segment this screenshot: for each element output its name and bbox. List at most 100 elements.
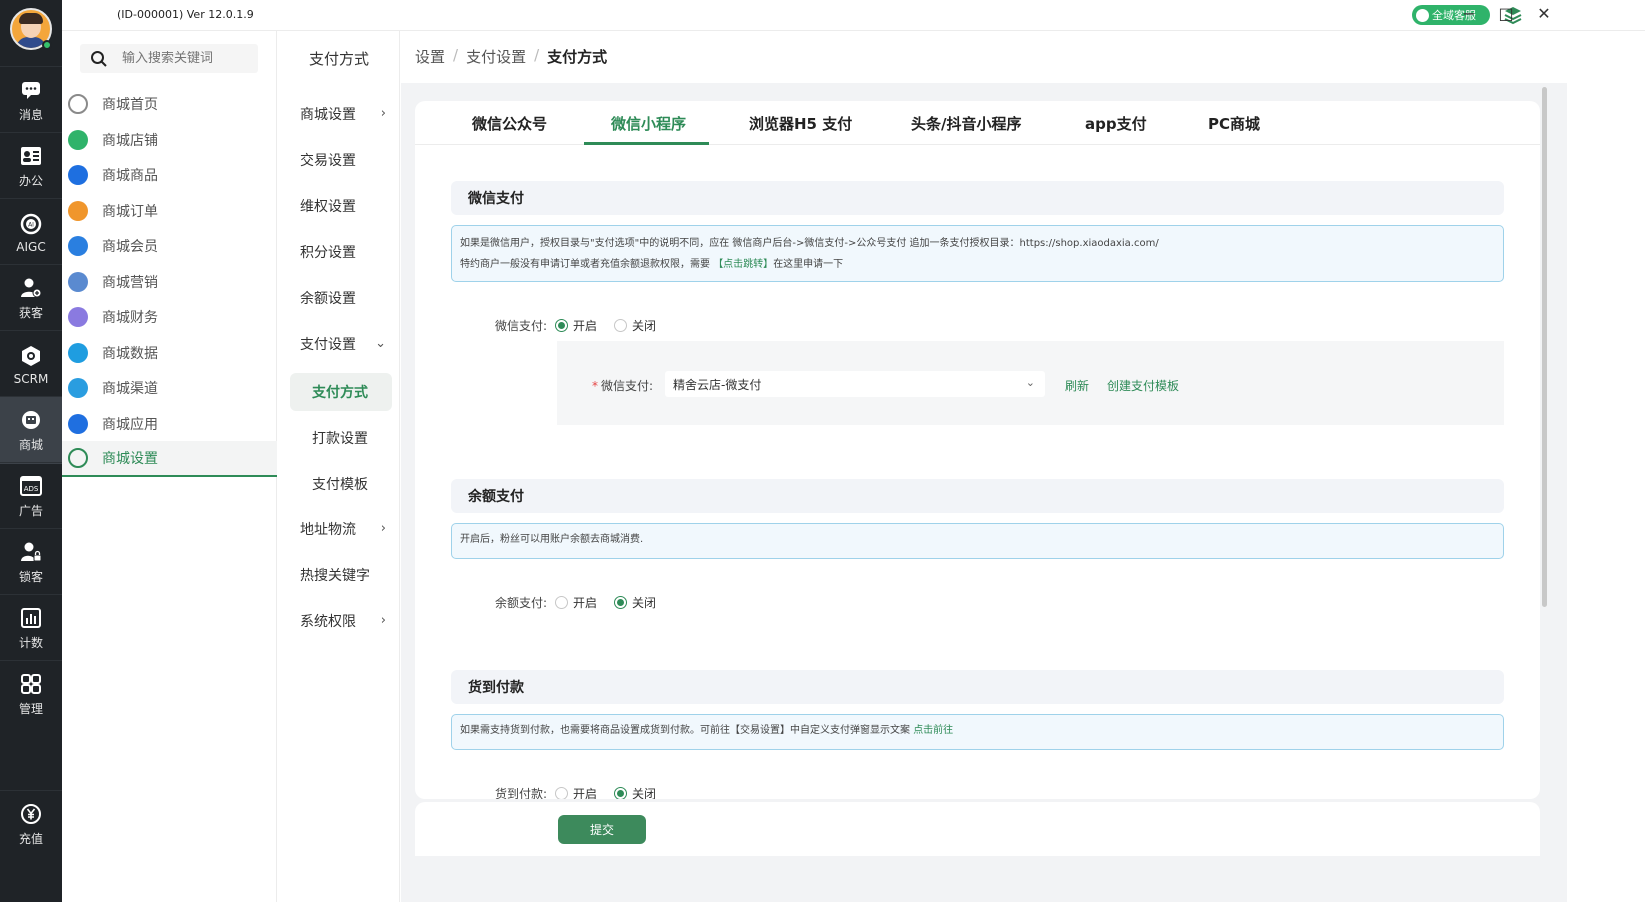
section-title-cod: 货到付款 (451, 670, 1504, 704)
sub-nav-item[interactable]: 积分设置 (278, 233, 400, 271)
rail-label: 消息 (18, 108, 43, 122)
go-link[interactable]: 点击前往 (913, 725, 953, 736)
rail-item-office[interactable]: 办公 (0, 132, 62, 200)
radio-label: 开启 (573, 786, 598, 800)
tab-douyin[interactable]: 头条/抖音小程序 (911, 113, 1021, 134)
minimize-button[interactable]: − (1459, 4, 1479, 24)
menu-item-icon (68, 342, 88, 363)
search-input[interactable] (122, 51, 242, 66)
sub-nav-item[interactable]: 打款设置 (278, 419, 400, 457)
jump-link[interactable]: 【点击跳转】 (713, 259, 773, 270)
shop-menu-item[interactable]: 商城应用 (62, 406, 277, 442)
menu-item-label: 商城营销 (102, 274, 158, 291)
rail-item-manage[interactable]: 管理 (0, 660, 62, 728)
sub-nav-label: 积分设置 (300, 245, 356, 261)
radio-label: 关闭 (632, 595, 657, 610)
balance-off-radio[interactable]: 关闭 (614, 594, 656, 611)
rail-item-shop[interactable]: 商城 (0, 396, 62, 464)
sub-nav-item[interactable]: 支付模板 (278, 465, 400, 503)
shop-menu-item[interactable]: 商城营销 (62, 264, 277, 300)
shop-menu-item[interactable]: 商城店铺 (62, 122, 277, 158)
sub-nav-item[interactable]: 支付设置 ⌄ (278, 325, 400, 363)
rail-label: 管理 (18, 702, 43, 716)
sub-nav-item[interactable]: 商城设置 › (278, 95, 400, 133)
rail-label: 获客 (18, 306, 43, 320)
radio-label: 关闭 (632, 786, 657, 800)
field-label: 余额支付: (495, 595, 548, 610)
wechat-pay-select[interactable]: 精舍云店-微支付 ⌄ (665, 371, 1045, 397)
menu-item-icon (68, 307, 88, 327)
shop-menu-item[interactable]: 商城首页 (62, 86, 277, 122)
refresh-link[interactable]: 刷新 (1065, 377, 1089, 394)
close-button[interactable]: ✕ (1534, 4, 1554, 24)
online-status-dot (42, 40, 52, 50)
rail-label: 锁客 (18, 570, 43, 584)
user-lock-icon (21, 542, 42, 562)
menu-item-label: 商城渠道 (102, 381, 158, 397)
notice-text: 特约商户一般没有申请订单或者充值余额退款权限，需要 (460, 259, 714, 270)
cod-notice: 如果需支持货到付款，也需要将商品设置成货到付款。可前往【交易设置】中自定义支付弹… (451, 714, 1504, 750)
sub-nav-item[interactable]: 维权设置 (278, 187, 400, 225)
rail-item-lock-customer[interactable]: 锁客 (0, 528, 62, 596)
menu-item-icon (68, 236, 88, 256)
breadcrumb-item[interactable]: 支付设置 (466, 46, 526, 67)
shop-menu-item[interactable]: 商城会员 (62, 228, 277, 264)
menu-item-icon (68, 165, 88, 185)
shop-menu-item[interactable]: 商城渠道 (62, 370, 277, 406)
chevron-right-icon: › (380, 106, 386, 121)
search-box[interactable] (80, 44, 258, 73)
rail-item-message[interactable]: 消息 (0, 66, 62, 134)
sub-nav-label: 支付模板 (312, 477, 368, 493)
wechat-off-radio[interactable]: 关闭 (614, 317, 656, 334)
rail-item-ads[interactable]: ADS 广告 (0, 462, 62, 530)
maximize-button[interactable]: □ (1496, 4, 1516, 24)
submit-button[interactable]: 提交 (558, 815, 646, 844)
title-bar: (ID-000001) Ver 12.0.1.9 全域客服 − □ ✕ (62, 0, 1645, 31)
menu-item-icon (68, 129, 88, 150)
sub-nav-label: 维权设置 (300, 199, 356, 215)
shop-menu-item[interactable]: 商城商品 (62, 157, 277, 193)
sub-nav-label: 余额设置 (300, 291, 356, 307)
chat-icon (22, 82, 40, 99)
sub-nav-item[interactable]: 热搜关键字 (278, 556, 400, 594)
breadcrumb-item[interactable]: 设置 (415, 46, 445, 67)
cod-off-radio[interactable]: 关闭 (614, 785, 657, 800)
tab-h5[interactable]: 浏览器H5 支付 (749, 113, 852, 134)
scrollbar[interactable] (1542, 87, 1547, 607)
required-field-label: * 微信支付: (592, 379, 654, 393)
search-icon (91, 50, 107, 67)
menu-item-label: 商城设置 (102, 451, 158, 467)
balance-on-radio[interactable]: 开启 (555, 594, 597, 611)
chevron-down-icon: ⌄ (1025, 376, 1035, 389)
field-label: 微信支付: (495, 318, 548, 333)
sub-nav-item[interactable]: 余额设置 (278, 279, 400, 317)
rail-item-count[interactable]: 计数 (0, 594, 62, 662)
shop-menu-item[interactable]: 商城设置 (62, 441, 277, 477)
breadcrumb-separator: / (453, 46, 459, 64)
sub-nav-item[interactable]: 系统权限 › (278, 602, 400, 640)
rail-item-acquire[interactable]: 获客 (0, 264, 62, 332)
svg-text:ADS: ADS (24, 485, 39, 493)
notice-line: 如果是微信用户，授权目录与"支付选项"中的说明不同，应在 微信商户后台->微信支… (460, 238, 1159, 249)
shop-menu-item[interactable]: 商城数据 (62, 335, 277, 371)
wechat-on-radio[interactable]: 开启 (555, 317, 597, 334)
sub-nav-item[interactable]: 交易设置 (278, 141, 400, 179)
rail-item-recharge[interactable]: 充值 (0, 790, 62, 858)
rail-label: 计数 (18, 636, 43, 650)
sub-nav-item[interactable]: 支付方式 (290, 373, 392, 411)
wechat-notice: 如果是微信用户，授权目录与"支付选项"中的说明不同，应在 微信商户后台->微信支… (451, 225, 1504, 282)
cod-on-radio[interactable]: 开启 (555, 785, 598, 800)
tab-wechat-official[interactable]: 微信公众号 (472, 113, 547, 134)
shop-menu-item[interactable]: 商城订单 (62, 193, 277, 229)
create-template-link[interactable]: 创建支付模板 (1107, 377, 1179, 394)
shop-menu-panel: 商城首页商城店铺商城商品商城订单商城会员商城营销商城财务商城数据商城渠道商城应用… (62, 31, 277, 902)
rail-item-scrm[interactable]: SCRM (0, 330, 62, 398)
radio-label: 关闭 (632, 318, 657, 333)
shop-menu-item[interactable]: 商城财务 (62, 299, 277, 335)
sub-nav-item[interactable]: 地址物流 › (278, 510, 400, 548)
sub-nav-label: 打款设置 (312, 431, 368, 447)
tab-app[interactable]: app支付 (1085, 113, 1147, 134)
tab-pc[interactable]: PC商城 (1208, 113, 1260, 134)
rail-item-aigc[interactable]: AI AIGC (0, 198, 62, 266)
tab-wechat-mini[interactable]: 微信小程序 (611, 113, 686, 134)
